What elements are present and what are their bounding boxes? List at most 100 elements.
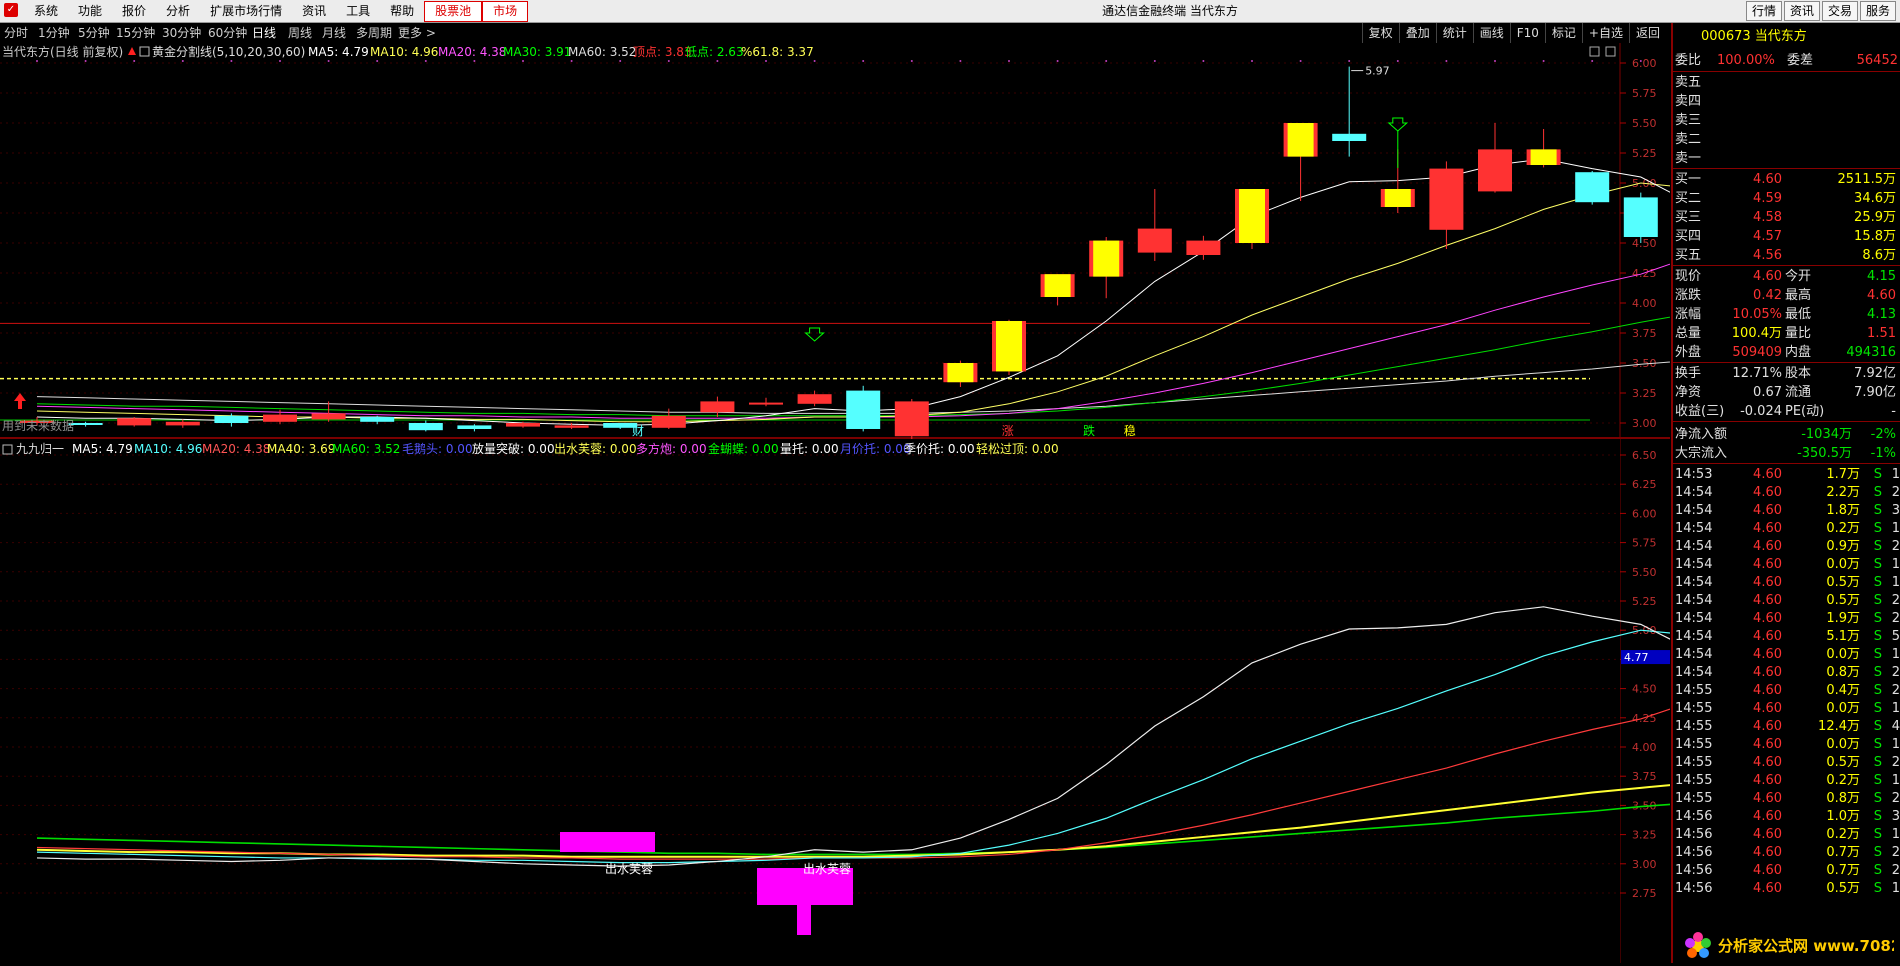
candle-body[interactable] (749, 402, 783, 405)
ma-legend-item: 顶点: 3.83 (633, 45, 692, 59)
tick-price: 4.60 (1753, 539, 1782, 554)
signal-block (797, 905, 811, 935)
chart-tool-button[interactable]: 画线 (1472, 23, 1510, 43)
candle-body[interactable] (894, 401, 929, 437)
tick-time: 14:54 (1675, 485, 1713, 500)
sub-legend-item: 季价托: 0.00 (904, 442, 975, 456)
quote-row: 大宗流入 -350.5万 -1% (1673, 444, 1900, 463)
stat-label: PE(动) (1785, 404, 1825, 419)
period-tab[interactable]: 30分钟 (162, 23, 201, 43)
top-dot-marker (1348, 60, 1351, 62)
candle-body[interactable] (117, 418, 152, 426)
tick-volume: 12.4万 (1818, 719, 1860, 734)
tick-time: 14:54 (1675, 665, 1713, 680)
candle-body[interactable] (1429, 168, 1464, 230)
candle-body[interactable] (554, 425, 589, 428)
period-tab[interactable]: 15分钟 (116, 23, 155, 43)
section-divider (1673, 168, 1900, 169)
y-axis-label: 5.25 (1632, 595, 1657, 608)
chart-tool-button[interactable]: +自选 (1581, 23, 1629, 43)
quote-row: 卖三 (1673, 111, 1900, 130)
tick-volume: 0.5万 (1826, 593, 1860, 608)
candle-body[interactable] (408, 423, 443, 431)
top-dot-marker (1008, 60, 1010, 62)
chart-tool-button[interactable]: 复权 (1361, 23, 1399, 43)
period-tab[interactable]: 分时 (4, 23, 28, 43)
candle-body[interactable] (506, 423, 540, 427)
candle-body[interactable] (1478, 149, 1512, 192)
flow-value: -1034万 (1801, 427, 1852, 442)
candle-body[interactable] (651, 415, 686, 428)
tick-volume: 0.5万 (1826, 755, 1860, 770)
tick-count: 1 (1891, 881, 1900, 896)
nav-button[interactable]: 资讯 (1783, 1, 1820, 21)
period-tab[interactable]: 周线 (288, 23, 312, 43)
stat-label: 涨幅 (1675, 307, 1702, 322)
candle-body[interactable] (263, 414, 297, 422)
candle-body[interactable] (311, 413, 346, 420)
sell-label: 卖三 (1675, 113, 1702, 128)
stat-label: 外盘 (1675, 345, 1702, 360)
candle-body[interactable] (165, 421, 200, 426)
ma-legend-item: MA5: 4.79 (308, 45, 369, 59)
tick-side: S (1873, 755, 1882, 770)
period-tab[interactable]: 多周期 (356, 23, 392, 43)
nav-button[interactable]: 交易 (1821, 1, 1858, 21)
indicator-name[interactable]: 黄金分割线(5,10,20,30,60) (152, 44, 305, 59)
period-tab[interactable]: 月线 (322, 23, 346, 43)
quote-row: 14:54 4.60 5.1万 S 5 (1673, 627, 1900, 645)
top-dot-marker (473, 60, 476, 62)
candle-body[interactable] (797, 394, 832, 404)
candle-body[interactable] (1332, 133, 1367, 141)
chart-tool-button[interactable]: 叠加 (1398, 23, 1436, 43)
chart-tool-button[interactable]: 统计 (1435, 23, 1473, 43)
tick-count: 1 (1891, 827, 1900, 842)
quote-row: 14:54 4.60 0.5万 S 2 (1673, 591, 1900, 609)
candle-body[interactable] (1186, 240, 1221, 255)
period-tab[interactable]: 5分钟 (78, 23, 110, 43)
chart-toolbar: 复权 叠加 统计 画线 F10 标记 +自选 返回 (1361, 23, 1666, 43)
candle-body[interactable] (700, 401, 735, 413)
stat-value: - (1891, 404, 1896, 419)
tick-time: 14:56 (1675, 863, 1713, 878)
tick-time: 14:55 (1675, 701, 1713, 716)
chart-tool-button[interactable]: 标记 (1544, 23, 1582, 43)
y-axis-label: 4.00 (1632, 297, 1657, 310)
candle-body[interactable] (1137, 228, 1172, 253)
top-dot-marker (813, 60, 816, 62)
nav-button[interactable]: 行情 (1745, 1, 1782, 21)
top-dot-marker (327, 60, 330, 62)
tick-volume: 0.5万 (1826, 881, 1860, 896)
candle-body[interactable] (214, 415, 249, 423)
tick-count: 1 (1891, 557, 1900, 572)
period-tab[interactable]: 更多 > (398, 23, 436, 43)
kline-chart[interactable]: 6.005.755.505.255.004.754.504.254.003.75… (0, 43, 1670, 963)
sub-legend-item: 月价托: 0.00 (840, 442, 911, 456)
tick-time: 14:56 (1675, 845, 1713, 860)
sell-label: 卖一 (1675, 151, 1702, 166)
tick-side: S (1873, 809, 1882, 824)
candle-body[interactable] (1575, 172, 1610, 203)
tick-side: S (1873, 485, 1882, 500)
chart-tool-button[interactable]: F10 (1509, 23, 1545, 43)
candle-body[interactable] (1623, 197, 1658, 237)
top-dot-marker (1056, 60, 1059, 62)
period-tab[interactable]: 日线 (252, 23, 276, 43)
chart-tool-button[interactable]: 返回 (1628, 23, 1666, 43)
top-dot-marker (1445, 60, 1448, 62)
candle-body[interactable] (360, 417, 395, 422)
tick-price: 4.60 (1753, 647, 1782, 662)
tick-time: 14:56 (1675, 827, 1713, 842)
quote-row: 14:56 4.60 1.0万 S 3 (1673, 807, 1900, 825)
sub-indicator-name[interactable]: 九九归一 (16, 442, 64, 456)
period-tab[interactable]: 60分钟 (208, 23, 247, 43)
buy-volume: 15.8万 (1854, 229, 1896, 244)
quote-row: 14:56 4.60 0.5万 S 1 (1673, 879, 1900, 897)
top-dot-marker (424, 60, 427, 62)
y-axis-label: 4.50 (1632, 683, 1657, 696)
nav-button[interactable]: 服务 (1859, 1, 1896, 21)
candle-body[interactable] (457, 425, 492, 429)
period-tab[interactable]: 1分钟 (38, 23, 70, 43)
candle-body[interactable] (846, 390, 881, 429)
tick-count: 1 (1891, 737, 1900, 752)
